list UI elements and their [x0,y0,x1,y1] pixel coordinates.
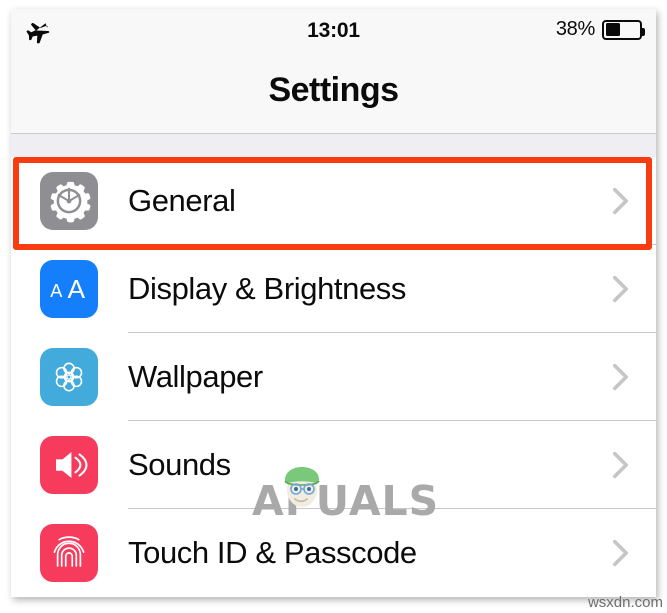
page-title: Settings [268,71,399,109]
list-item-wallpaper[interactable]: Wallpaper [11,333,656,421]
list-item-label: Touch ID & Passcode [128,535,417,570]
fingerprint-icon [40,524,98,582]
status-bar-battery-group: 38% [555,18,645,41]
list-item-label: Display & Brightness [128,271,407,306]
text-size-aa-icon: A A [40,260,98,318]
svg-text:A: A [67,274,85,304]
red-highlight-annotation [13,157,652,250]
chevron-right-icon [612,362,629,392]
chevron-right-icon [612,538,629,568]
battery-icon [602,19,645,40]
svg-text:A: A [50,281,63,301]
battery-percent-label: 38% [555,18,595,40]
status-bar: 13:01 38% [11,9,656,54]
flower-mandala-icon [40,348,98,406]
chevron-right-icon [612,450,629,480]
speaker-volume-icon [40,436,98,494]
list-item-label: Wallpaper [128,359,263,394]
list-item-touch-id-and-passcode[interactable]: Touch ID & Passcode [11,509,656,597]
settings-list: General A A Display & Brightness Wallpap… [11,157,656,597]
chevron-right-icon [612,186,629,216]
list-item-display-and-brightness[interactable]: A A Display & Brightness [11,245,656,333]
site-watermark: wsxdn.com [587,594,663,611]
list-item-label: Sounds [128,447,231,482]
navigation-bar: Settings [11,54,656,134]
phone-screenshot: 13:01 38% Settings General A A Display &… [11,9,656,597]
list-group-spacer [11,134,656,157]
chevron-right-icon [612,274,629,304]
list-item-general[interactable]: General [11,157,656,250]
list-item-label: General [128,183,236,218]
gear-icon [40,172,98,230]
list-item-sounds[interactable]: Sounds [11,421,656,509]
